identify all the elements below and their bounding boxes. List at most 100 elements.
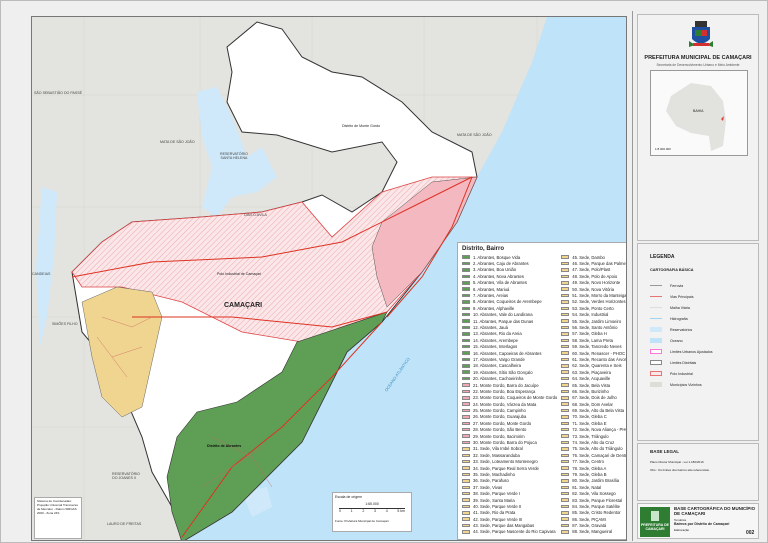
legend-swatch (462, 325, 470, 330)
legend-label: 3. Abrantes, Boa União (473, 267, 517, 273)
legend-swatch (462, 268, 470, 272)
panel-legend-item: Polo Industrial (650, 370, 693, 377)
legend-swatch (462, 338, 470, 343)
legend-label: 69. Sede, Alto da Bela Vista (572, 408, 625, 414)
panel-legend-item: Reservatórios (650, 326, 692, 333)
legend-column-2: 45. Sede, Dambo 46. Sede, Parque das Palm… (561, 254, 627, 535)
legend-swatch (561, 479, 570, 483)
legend-label: 53. Sede, Ponto Certo (572, 305, 614, 311)
legend-label: 38. Sede, Parque Verde I (473, 491, 521, 497)
legend-label: 45. Sede, Dambo (572, 254, 605, 260)
legend-swatch (561, 376, 570, 381)
label-mata-sao-joao-east: Mata de São João (457, 133, 492, 137)
legend-label: 72. Sede, Nova Aliança - PHOC I (572, 427, 626, 433)
legend-row-88: 88. Sede, Mangueiral (561, 529, 626, 535)
legend-swatch (462, 440, 470, 445)
prefeitura-logo: PREFEITURA DE CAMAÇARI (640, 507, 670, 537)
legend-label: 37. Sede, Vivas (473, 484, 503, 490)
legend-label: 52. Sede, Verdes Horizontes (572, 299, 626, 305)
legend-swatch (561, 427, 570, 432)
legend-swatch (561, 274, 570, 279)
legend-swatch (561, 312, 570, 317)
doc-title: BASE CARTOGRÁFICA DO MUNICÍPIO DE CAMAÇA… (674, 506, 755, 516)
legend-swatch (462, 370, 470, 374)
legend-swatch (462, 332, 470, 336)
legend-label: 23. Monte Gordo, Coqueiros de Monte Gord… (473, 395, 558, 401)
inset-scale: 1:8.000.000 (655, 147, 671, 151)
legend-title: LEGENDA (650, 254, 675, 260)
legend-label: 70. Sede, Gleba C (572, 414, 607, 420)
legend-swatch (462, 364, 470, 368)
legend-label: 18. Abrantes, Cascalheira (473, 363, 521, 369)
legend-swatch (462, 427, 470, 432)
legend-swatch (561, 453, 570, 458)
legend-label: 64. Sede, Acquaville (572, 376, 611, 382)
scale-ratio: 1:65.000 (365, 502, 379, 506)
legend-swatch (462, 255, 470, 259)
panel-legend-label: Malha Viária (670, 305, 690, 310)
panel-legend-label: Ferrovia (670, 283, 684, 288)
legend-swatch (561, 421, 570, 426)
legend-swatch (462, 479, 470, 483)
legend-swatch (561, 472, 570, 477)
elaboration-label: Elaboração (674, 528, 690, 532)
legend-label: 77. Sede, Centro (572, 459, 604, 465)
legend-swatch (561, 319, 570, 323)
legend-label: 29. Monte Gordo, Itacimirim (473, 433, 525, 439)
panel-legend-symbol (650, 360, 662, 365)
prefeitura-subtitle: Secretaria de Desenvolvimento Urbano e M… (656, 63, 740, 67)
legend-swatch (462, 402, 470, 406)
legend-label: 59. Sede, Tancredo Neves (572, 344, 622, 350)
legend-swatch (561, 287, 570, 291)
legend-swatch (561, 396, 570, 400)
panel-legend-symbol (650, 371, 662, 376)
theme: Bairros por Distrito de Camaçari (674, 522, 730, 526)
legend-swatch (561, 498, 570, 502)
legend-label: 54. Sede, Industrial (572, 312, 609, 318)
legend-label: 79. Sede, Gleba B (572, 471, 607, 477)
legend-swatch (462, 389, 470, 394)
panel-legend-symbol (650, 318, 662, 319)
legend-label: 35. Sede, Machadinho (473, 471, 515, 477)
legend-label: 11. Abrantes, Parque das Dunas (473, 318, 534, 324)
coordinate-note: Sistema de Coordenadas: Projeção Univers… (34, 497, 82, 539)
legend-swatch (462, 517, 470, 521)
legend-swatch (462, 383, 470, 387)
legend-label: 30. Monte Gordo, Barra do Pojuca (473, 440, 537, 446)
legend-swatch (462, 261, 470, 266)
legend-section: LEGENDA CARTOGRAFIA BÁSICA Ferrovia Vias … (637, 243, 759, 441)
inset-map: BAHIA 1:8.000.000 (650, 70, 748, 156)
legend-label: 33. Sede, Loteamento Montenegro (473, 459, 538, 465)
legend-swatch (561, 504, 570, 509)
legend-swatch (462, 504, 470, 509)
legend-swatch (561, 293, 570, 298)
scale-tick: 4 (385, 509, 388, 513)
legend-label: 22. Monte Gordo, Boa Esperança (473, 388, 536, 394)
legend-swatch (561, 300, 570, 304)
legend-swatch (462, 511, 470, 515)
legend-swatch (561, 517, 570, 521)
legend-swatch (462, 523, 470, 528)
header-section: PREFEITURA MUNICIPAL DE CAMAÇARI Secreta… (637, 14, 759, 241)
legend-swatch (561, 511, 570, 515)
legend-label: 14. Abrantes, Arembepe (473, 337, 518, 343)
legend-label: 8. Abrantes, Coqueiros de Arembepe (473, 299, 542, 305)
legend-label: 87. Sede, Gravatá (572, 523, 607, 529)
legend-label: 63. Sede, Piaçaveira (572, 369, 611, 375)
legend-swatch (561, 351, 570, 355)
panel-legend-label: Municípios Vizinhos (670, 382, 702, 387)
title-block: PREFEITURA DE CAMAÇARI BASE CARTOGRÁFICA… (637, 503, 759, 539)
legend-swatch (561, 408, 570, 413)
legend-label: 4. Abrantes, Nova Abrantes (473, 273, 524, 279)
legend-swatch (561, 523, 570, 528)
legend-label: 46. Sede, Parque das Palmeiras (572, 261, 627, 267)
legend-swatch (462, 459, 470, 464)
legend-swatch (462, 466, 470, 470)
legend-swatch (462, 293, 470, 298)
label-reservatorio-santa-helena: Reservatório Santa Helena (220, 152, 248, 160)
legend-label: 62. Sede, Quarenta e Seis (572, 363, 622, 369)
legend-row-44: 44. Sede, Parque Nascente do Rio Capivar… (462, 529, 557, 535)
legend-swatch (561, 306, 570, 311)
legend-label: 17. Abrantes, Vargo Grande (473, 356, 525, 362)
legend-label: 84. Sede, Parque Satélite (572, 503, 620, 509)
